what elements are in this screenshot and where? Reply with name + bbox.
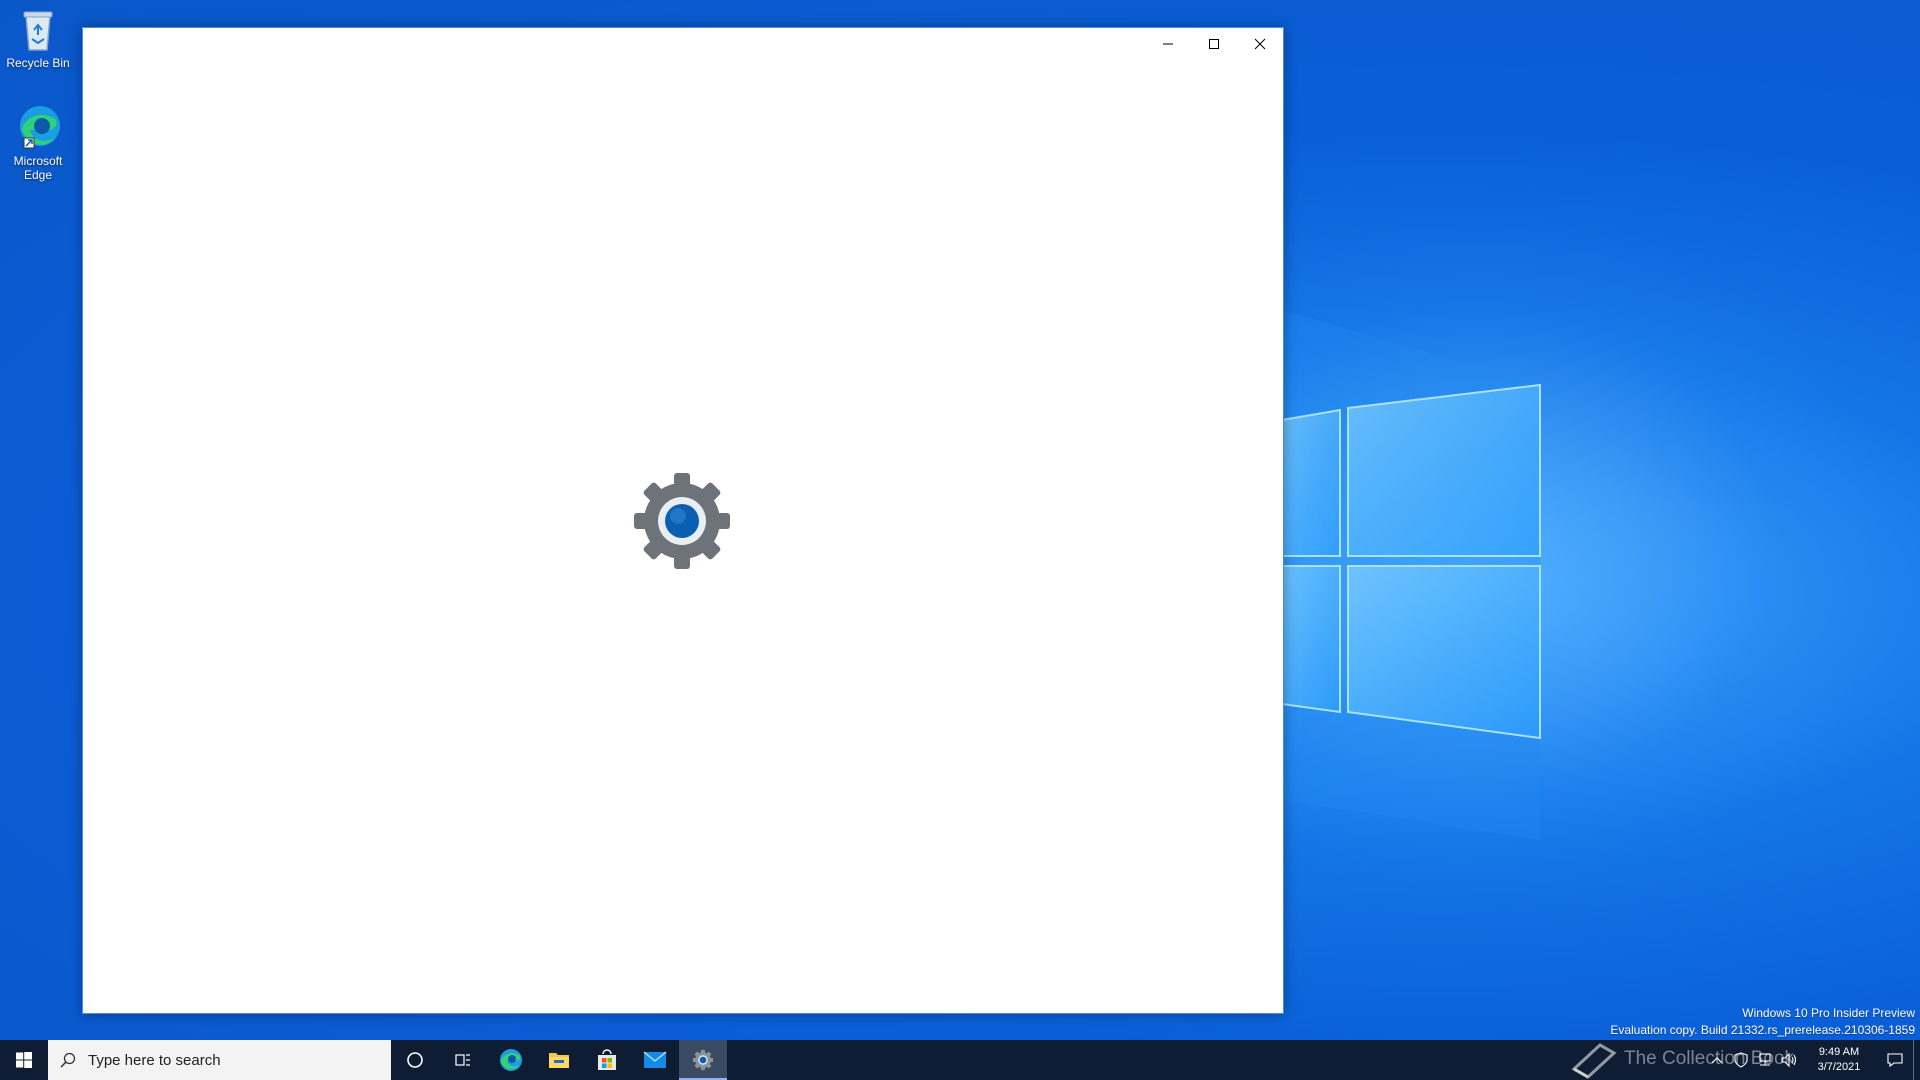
close-button[interactable]: [1237, 28, 1283, 60]
taskbar-clock[interactable]: 9:49 AM 3/7/2021: [1801, 1045, 1877, 1075]
desktop-icon-recycle-bin[interactable]: Recycle Bin: [0, 6, 76, 70]
file-explorer-icon: [549, 1053, 569, 1068]
settings-window: [82, 27, 1284, 1014]
close-icon: [1254, 38, 1266, 50]
minimize-button[interactable]: [1145, 28, 1191, 60]
desktop-light-glow: [1200, 200, 1900, 900]
edge-icon: [14, 104, 62, 152]
clock-date: 3/7/2021: [1817, 1061, 1861, 1073]
search-icon: [60, 1052, 76, 1068]
taskbar-mail[interactable]: [631, 1040, 679, 1080]
action-center-button[interactable]: [1877, 1040, 1913, 1080]
mail-icon: [643, 1051, 667, 1068]
settings-gear-icon: [634, 473, 730, 569]
start-button[interactable]: [0, 1040, 48, 1080]
desktop-icon-edge[interactable]: Microsoft Edge: [0, 104, 76, 182]
recycle-bin-icon: [14, 6, 62, 54]
taskbar-store[interactable]: [583, 1040, 631, 1080]
clock-time: 9:49 AM: [1818, 1046, 1860, 1058]
book-logo-icon: [1571, 1043, 1617, 1079]
taskbar-file-explorer[interactable]: [535, 1040, 583, 1080]
cortana-icon: [407, 1052, 423, 1068]
edge-label: Microsoft Edge: [13, 154, 63, 182]
taskbar-settings[interactable]: [679, 1040, 727, 1080]
taskbar-edge[interactable]: [487, 1040, 535, 1080]
windows-start-icon: [16, 1052, 32, 1068]
settings-icon: [692, 1049, 714, 1071]
cortana-button[interactable]: [391, 1040, 439, 1080]
store-icon: [598, 1049, 616, 1070]
watermark-line-2: Evaluation copy. Build 21332.rs_prerelea…: [1610, 1023, 1915, 1037]
notification-icon: [1887, 1053, 1903, 1068]
task-view-button[interactable]: [439, 1040, 487, 1080]
watermark-line-1: Windows 10 Pro Insider Preview: [1742, 1006, 1915, 1020]
edge-icon: [500, 1049, 522, 1071]
show-desktop-button[interactable]: [1913, 1040, 1920, 1080]
recycle-bin-label: Recycle Bin: [6, 56, 70, 70]
taskbar-search-box[interactable]: Type here to search: [48, 1040, 391, 1080]
search-placeholder: Type here to search: [88, 1051, 221, 1069]
collection-book-overlay: The Collection Book: [1570, 1038, 1810, 1080]
maximize-button[interactable]: [1191, 28, 1237, 60]
maximize-icon: [1209, 39, 1219, 49]
overlay-text: The Collection Book: [1624, 1048, 1795, 1069]
evaluation-watermark: Windows 10 Pro Insider Preview Evaluatio…: [1610, 1005, 1915, 1039]
task-view-icon: [455, 1054, 470, 1066]
minimize-icon: [1163, 43, 1173, 45]
